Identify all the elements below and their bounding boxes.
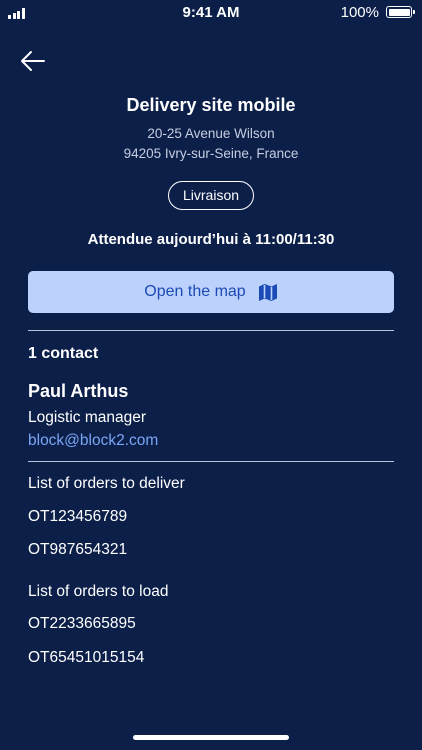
page-title: Delivery site mobile: [126, 95, 296, 115]
address-line-1: 20-25 Avenue Wilson: [147, 126, 275, 141]
order-item: OT65451015154: [28, 649, 145, 666]
contacts-count: 1 contact: [28, 345, 99, 362]
contact-email-link[interactable]: block@block2.com: [28, 432, 158, 450]
status-bar: 9:41 AM 100%: [0, 0, 422, 26]
delivery-type-badge: Livraison: [168, 181, 254, 210]
open-map-label: Open the map: [144, 283, 246, 300]
divider: [28, 330, 394, 331]
order-item: OT987654321: [28, 541, 128, 558]
orders-to-deliver-heading: List of orders to deliver: [28, 475, 185, 492]
order-item: OT123456789: [28, 508, 128, 525]
divider: [28, 461, 394, 462]
home-indicator[interactable]: [133, 735, 289, 740]
orders-to-load-heading: List of orders to load: [28, 583, 169, 600]
contact-name: Paul Arthus: [28, 381, 129, 401]
back-arrow-icon: [21, 51, 45, 71]
order-item: OT2233665895: [28, 615, 136, 632]
expected-time: Attendue aujourd’hui à 11:00/11:30: [87, 231, 335, 248]
map-icon: [258, 283, 278, 302]
address-line-2: 94205 Ivry-sur-Seine, France: [123, 146, 299, 161]
back-button[interactable]: [18, 48, 48, 74]
open-map-button[interactable]: Open the map: [28, 271, 394, 313]
contact-role: Logistic manager: [28, 409, 147, 426]
battery-icon: [386, 6, 415, 18]
battery-percentage: 100%: [340, 4, 379, 21]
